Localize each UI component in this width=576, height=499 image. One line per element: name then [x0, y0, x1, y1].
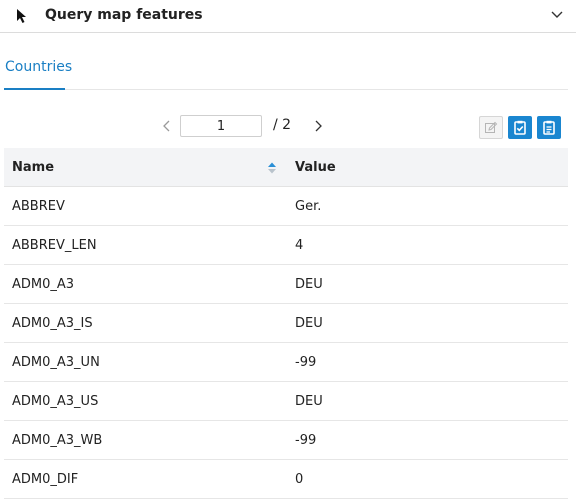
- row-name: ADM0_A3: [4, 264, 287, 304]
- row-value: -99: [287, 342, 568, 382]
- row-name: ADM0_A3_US: [4, 381, 287, 421]
- panel-header: Query map features: [0, 0, 576, 33]
- column-header-value[interactable]: Value: [287, 148, 568, 187]
- layer-tabs: Countries: [4, 56, 568, 90]
- row-name: ABBREV_LEN: [4, 225, 287, 265]
- sort-icon[interactable]: [267, 161, 277, 175]
- copy-check-button[interactable]: [508, 116, 532, 139]
- row-name: ADM0_A3_WB: [4, 420, 287, 460]
- page-number-input[interactable]: [180, 115, 262, 137]
- panel-title: Query map features: [45, 7, 203, 23]
- clipboard-icon: [543, 120, 555, 135]
- row-name: ABBREV: [4, 186, 287, 226]
- page-total: / 2: [273, 117, 292, 133]
- table-header-row: Name Value: [4, 148, 568, 187]
- row-value: DEU: [287, 264, 568, 304]
- edit-button[interactable]: [479, 116, 503, 139]
- chevron-right-icon[interactable]: [311, 117, 325, 135]
- row-value: Ger.: [287, 186, 568, 226]
- edit-icon: [485, 121, 498, 133]
- tab-countries[interactable]: Countries: [4, 56, 72, 90]
- row-value: 4: [287, 225, 568, 265]
- table-row: ADM0_DIF 0: [4, 459, 568, 499]
- table-row: ADM0_A3_IS DEU: [4, 303, 568, 343]
- table-row: ABBREV_LEN 4: [4, 225, 568, 265]
- table-row: ADM0_A3 DEU: [4, 264, 568, 304]
- table-row: ADM0_A3_UN -99: [4, 342, 568, 382]
- row-name: ADM0_A3_UN: [4, 342, 287, 382]
- clipboard-check-icon: [514, 120, 526, 135]
- chevron-left-icon[interactable]: [160, 117, 174, 135]
- row-value: -99: [287, 420, 568, 460]
- row-name: ADM0_DIF: [4, 459, 287, 499]
- row-value: DEU: [287, 381, 568, 421]
- row-value: 0: [287, 459, 568, 499]
- table-row: ABBREV Ger.: [4, 186, 568, 226]
- column-header-name[interactable]: Name: [4, 148, 287, 187]
- table-row: ADM0_A3_WB -99: [4, 420, 568, 460]
- row-name: ADM0_A3_IS: [4, 303, 287, 343]
- chevron-down-icon[interactable]: [550, 10, 564, 20]
- row-value: DEU: [287, 303, 568, 343]
- cursor-arrow-icon: [17, 9, 26, 23]
- attribute-table: Name Value ABBREV Ger. ABBREV_LEN 4 ADM0…: [4, 148, 568, 499]
- table-row: ADM0_A3_US DEU: [4, 381, 568, 421]
- clipboard-button[interactable]: [537, 116, 561, 139]
